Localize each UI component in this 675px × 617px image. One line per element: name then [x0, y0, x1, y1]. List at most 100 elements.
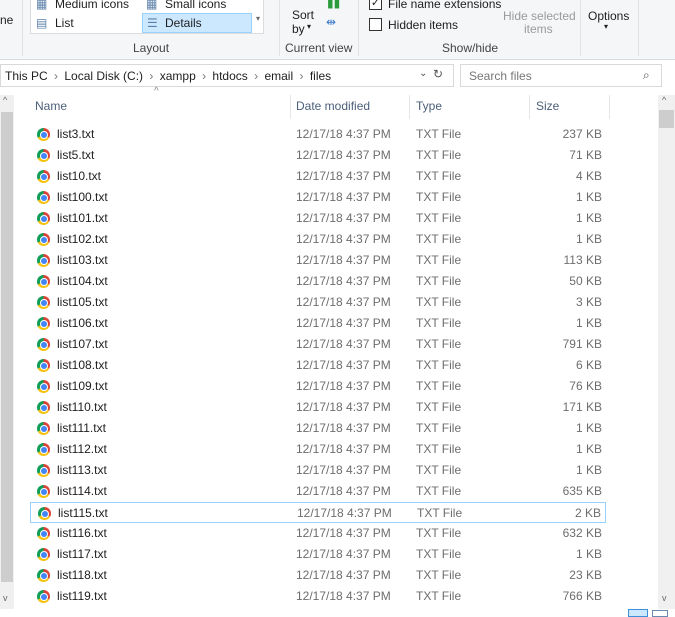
file-type: TXT File	[416, 253, 462, 267]
file-date: 12/17/18 4:37 PM	[296, 568, 391, 582]
file-row[interactable]: list116.txt 12/17/18 4:37 PM TXT File 63…	[30, 523, 606, 544]
hide-selected-button[interactable]: Hide selected	[503, 9, 576, 23]
file-type: TXT File	[417, 506, 463, 520]
file-row[interactable]: list119.txt 12/17/18 4:37 PM TXT File 76…	[30, 586, 606, 607]
search-input[interactable]: Search files	[469, 69, 532, 83]
file-size: 1 KB	[575, 547, 602, 561]
file-row[interactable]: list3.txt 12/17/18 4:37 PM TXT File 237 …	[30, 124, 606, 145]
file-type: TXT File	[416, 421, 462, 435]
details-view-toggle[interactable]	[628, 609, 648, 617]
chrome-file-icon	[37, 590, 50, 603]
file-date: 12/17/18 4:37 PM	[296, 421, 391, 435]
chrome-file-icon	[37, 149, 50, 162]
chrome-file-icon	[37, 275, 50, 288]
breadcrumb-item[interactable]: This PC	[5, 69, 48, 83]
file-date: 12/17/18 4:37 PM	[296, 463, 391, 477]
file-row[interactable]: list111.txt 12/17/18 4:37 PM TXT File 1 …	[30, 418, 606, 439]
file-row[interactable]: list118.txt 12/17/18 4:37 PM TXT File 23…	[30, 565, 606, 586]
layout-group-label: Layout	[133, 41, 170, 55]
group-by-icon[interactable]: ▮▮	[327, 0, 340, 10]
file-type: TXT File	[416, 484, 462, 498]
column-header-type[interactable]: Type	[410, 95, 530, 119]
address-bar[interactable]: This PC › Local Disk (C:) › xampp › htdo…	[0, 64, 454, 87]
file-name-extensions-checkbox[interactable]: ✓	[369, 0, 382, 10]
chrome-file-icon	[37, 359, 50, 372]
file-row[interactable]: list117.txt 12/17/18 4:37 PM TXT File 1 …	[30, 544, 606, 565]
column-header-name[interactable]: Name	[29, 95, 291, 119]
file-size: 237 KB	[562, 127, 602, 141]
column-header-size[interactable]: Size	[530, 95, 610, 119]
address-history-chevron-icon[interactable]: ⌄	[419, 68, 427, 79]
scroll-up-icon[interactable]: ^	[3, 95, 7, 105]
ribbon-partial-label: ne	[0, 13, 14, 27]
file-row[interactable]: list107.txt 12/17/18 4:37 PM TXT File 79…	[30, 334, 606, 355]
file-row[interactable]: list106.txt 12/17/18 4:37 PM TXT File 1 …	[30, 313, 606, 334]
file-row[interactable]: list108.txt 12/17/18 4:37 PM TXT File 6 …	[30, 355, 606, 376]
file-row[interactable]: list114.txt 12/17/18 4:37 PM TXT File 63…	[30, 481, 606, 502]
file-row[interactable]: list105.txt 12/17/18 4:37 PM TXT File 3 …	[30, 292, 606, 313]
file-date: 12/17/18 4:37 PM	[296, 253, 391, 267]
size-columns-icon[interactable]: ⇹	[326, 15, 336, 29]
file-type: TXT File	[416, 316, 462, 330]
navigation-pane-scrollbar[interactable]: ^ v	[0, 95, 14, 609]
breadcrumb-item[interactable]: email	[264, 69, 293, 83]
chrome-file-icon	[37, 191, 50, 204]
file-list-scrollbar[interactable]: ^ v	[658, 95, 675, 609]
file-date: 12/17/18 4:37 PM	[296, 274, 391, 288]
file-row[interactable]: list104.txt 12/17/18 4:37 PM TXT File 50…	[30, 271, 606, 292]
file-date: 12/17/18 4:37 PM	[296, 400, 391, 414]
column-date-label: Date modified	[296, 99, 371, 113]
file-size: 6 KB	[575, 358, 602, 372]
breadcrumb-item[interactable]: Local Disk (C:)	[64, 69, 143, 83]
sort-by-button[interactable]: Sort	[292, 8, 314, 22]
refresh-icon[interactable]: ↻	[433, 67, 443, 81]
scroll-thumb[interactable]	[659, 110, 674, 128]
file-row[interactable]: list100.txt 12/17/18 4:37 PM TXT File 1 …	[30, 187, 606, 208]
file-row[interactable]: list103.txt 12/17/18 4:37 PM TXT File 11…	[30, 250, 606, 271]
file-row[interactable]: list112.txt 12/17/18 4:37 PM TXT File 1 …	[30, 439, 606, 460]
file-row[interactable]: list101.txt 12/17/18 4:37 PM TXT File 1 …	[30, 208, 606, 229]
file-row[interactable]: list10.txt 12/17/18 4:37 PM TXT File 4 K…	[30, 166, 606, 187]
file-row[interactable]: list109.txt 12/17/18 4:37 PM TXT File 76…	[30, 376, 606, 397]
layout-list[interactable]: List	[55, 16, 74, 30]
file-name: list107.txt	[57, 337, 108, 351]
file-row[interactable]: list113.txt 12/17/18 4:37 PM TXT File 1 …	[30, 460, 606, 481]
hidden-items-checkbox[interactable]	[369, 18, 382, 31]
breadcrumb-item[interactable]: files	[310, 69, 331, 83]
chrome-file-icon	[37, 485, 50, 498]
breadcrumb-item[interactable]: xampp	[160, 69, 196, 83]
file-type: TXT File	[416, 295, 462, 309]
layout-details[interactable]: ☰ Details	[142, 13, 252, 33]
breadcrumb-item[interactable]: htdocs	[212, 69, 247, 83]
file-name: list3.txt	[57, 127, 95, 141]
breadcrumb-separator-icon: ›	[198, 69, 210, 83]
file-type: TXT File	[416, 568, 462, 582]
gallery-expand-icon[interactable]: ▾	[256, 14, 260, 23]
file-type: TXT File	[416, 148, 462, 162]
layout-medium-icons[interactable]: Medium icons	[55, 0, 129, 11]
file-row[interactable]: list110.txt 12/17/18 4:37 PM TXT File 17…	[30, 397, 606, 418]
file-row[interactable]: list115.txt 12/17/18 4:37 PM TXT File 2 …	[30, 502, 606, 523]
breadcrumb-separator-icon: ›	[250, 69, 262, 83]
options-button[interactable]: Options	[588, 9, 629, 23]
file-row[interactable]: list5.txt 12/17/18 4:37 PM TXT File 71 K…	[30, 145, 606, 166]
file-name: list104.txt	[57, 274, 108, 288]
file-type: TXT File	[416, 442, 462, 456]
file-name: list109.txt	[57, 379, 108, 393]
file-size: 4 KB	[575, 169, 602, 183]
scroll-down-icon[interactable]: v	[662, 593, 667, 603]
file-date: 12/17/18 4:37 PM	[296, 169, 391, 183]
scroll-thumb[interactable]	[1, 112, 13, 582]
scroll-down-icon[interactable]: v	[3, 593, 8, 603]
file-size: 791 KB	[562, 337, 602, 351]
scroll-up-icon[interactable]: ^	[662, 95, 666, 105]
chrome-file-icon	[37, 317, 50, 330]
layout-small-icons[interactable]: Small icons	[165, 0, 226, 11]
file-name: list111.txt	[57, 421, 106, 435]
file-row[interactable]: list102.txt 12/17/18 4:37 PM TXT File 1 …	[30, 229, 606, 250]
sort-by-label2: by	[292, 22, 305, 36]
column-header-date[interactable]: Date modified	[290, 95, 410, 119]
large-icons-view-toggle[interactable]	[652, 610, 668, 617]
file-size: 766 KB	[562, 589, 602, 603]
search-box[interactable]: Search files ⌕	[460, 64, 662, 87]
